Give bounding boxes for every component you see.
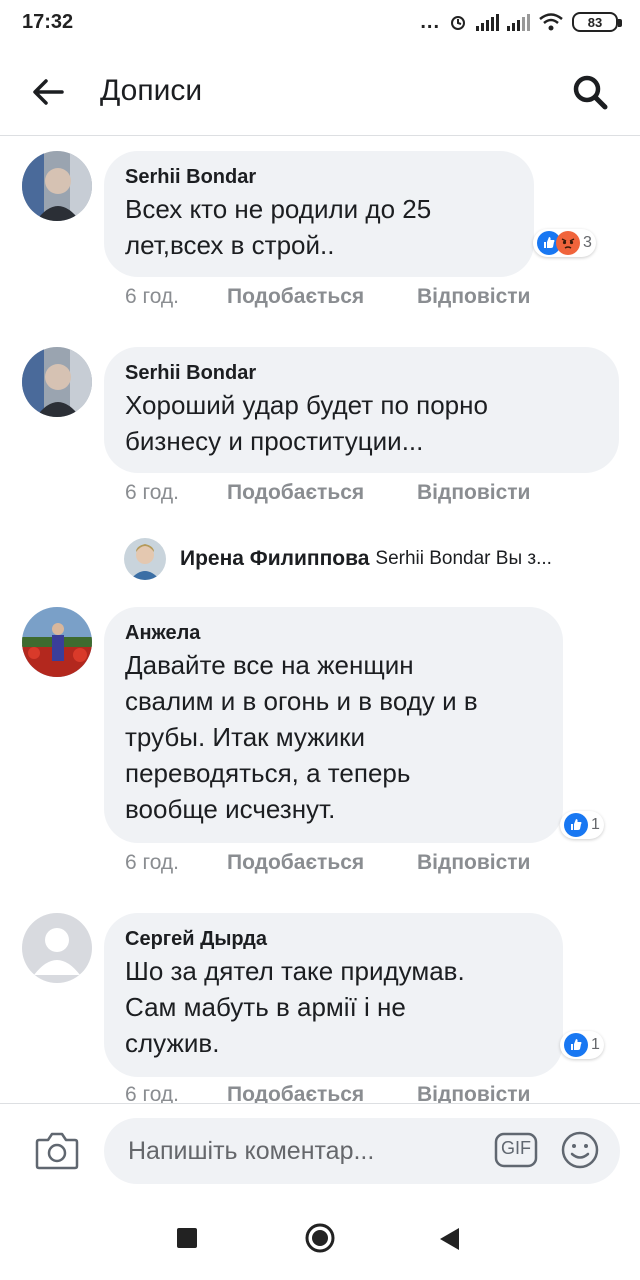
- alarm-icon: [451, 16, 465, 30]
- app-header: Дописи: [0, 44, 640, 136]
- comment-actions: 6 год. Подобається Відповісти: [125, 851, 530, 875]
- emoji-icon[interactable]: [560, 1130, 600, 1170]
- comment-actions: 6 год. Подобається Відповісти: [125, 285, 530, 309]
- comment-text: Давайте все на женщин свалим и в огонь и…: [125, 650, 478, 824]
- avatar[interactable]: [22, 347, 92, 417]
- recents-icon[interactable]: [177, 1228, 197, 1248]
- reactions-summary[interactable]: 1: [560, 811, 604, 839]
- back-triangle-icon[interactable]: [437, 1226, 461, 1252]
- home-icon[interactable]: [304, 1222, 336, 1254]
- reply-author[interactable]: Ирена Филиппова: [180, 547, 369, 571]
- signal-icon-2: [507, 13, 530, 31]
- comment-author[interactable]: Serhii Bondar: [125, 163, 512, 191]
- comment-author[interactable]: Сергей Дырда: [125, 925, 541, 953]
- like-reaction-icon: [564, 1033, 588, 1057]
- angry-reaction-icon: [556, 231, 580, 255]
- comment-author[interactable]: Serhii Bondar: [125, 359, 597, 387]
- reply-preview[interactable]: Ирена Филиппова Serhii Bondar Вы з...: [124, 537, 624, 581]
- reply-button[interactable]: Відповісти: [417, 481, 530, 505]
- comment-bubble[interactable]: Serhii Bondar Всех кто не родили до 25 л…: [104, 151, 534, 277]
- comment-bubble[interactable]: Serhii Bondar Хороший удар будет по порн…: [104, 347, 619, 473]
- status-bar: 17:32 ... 83: [0, 0, 640, 44]
- battery-icon: 83: [572, 12, 622, 32]
- avatar[interactable]: [22, 151, 92, 221]
- arrow-left-icon[interactable]: [30, 74, 66, 110]
- like-button[interactable]: Подобається: [227, 851, 417, 875]
- like-button[interactable]: Подобається: [227, 1083, 417, 1103]
- comment-time: 6 год.: [125, 481, 180, 504]
- avatar[interactable]: [22, 607, 92, 677]
- comment-bubble[interactable]: Анжела Давайте все на женщин свалим и в …: [104, 607, 563, 843]
- more-dots-icon: ...: [420, 10, 440, 33]
- comment-time: 6 год.: [125, 285, 180, 308]
- comment-actions: 6 год. Подобається Відповісти: [125, 481, 530, 505]
- system-nav-bar: [0, 1196, 640, 1280]
- like-reaction-icon: [564, 813, 588, 837]
- status-time: 17:32: [22, 10, 74, 33]
- reply-button[interactable]: Відповісти: [417, 1083, 530, 1103]
- like-button[interactable]: Подобається: [227, 285, 417, 309]
- comments-feed[interactable]: Serhii Bondar Всех кто не родили до 25 л…: [0, 137, 640, 1103]
- signal-icon: [476, 13, 499, 31]
- reply-button[interactable]: Відповісти: [417, 851, 530, 875]
- avatar: [124, 538, 166, 580]
- camera-icon[interactable]: [34, 1128, 80, 1172]
- wifi-icon: [539, 13, 563, 31]
- reaction-count: 1: [591, 1036, 600, 1053]
- reactions-summary[interactable]: 1: [560, 1031, 604, 1059]
- comment-author[interactable]: Анжела: [125, 619, 541, 647]
- reply-snippet: Serhii Bondar Вы з...: [375, 548, 552, 569]
- page-title: Дописи: [100, 74, 203, 107]
- comment-time: 6 год.: [125, 851, 180, 874]
- gif-label: GIF: [501, 1138, 531, 1158]
- gif-button[interactable]: GIF: [494, 1132, 538, 1168]
- comment-time: 6 год.: [125, 1083, 180, 1103]
- comment-text: Всех кто не родили до 25 лет,всех в стро…: [125, 194, 432, 260]
- reaction-count: 3: [583, 234, 592, 251]
- like-button[interactable]: Подобається: [227, 481, 417, 505]
- comment-input[interactable]: [104, 1118, 620, 1184]
- comment-text: Хороший удар будет по порно бизнесу и пр…: [125, 390, 488, 456]
- reaction-count: 1: [591, 816, 600, 833]
- status-icons: ... 83: [420, 10, 622, 34]
- comment-bubble[interactable]: Сергей Дырда Шо за дятел таке придумав. …: [104, 913, 563, 1077]
- comment-text: Шо за дятел таке придумав. Сам мабуть в …: [125, 956, 465, 1058]
- comment-actions: 6 год. Подобається Відповісти: [125, 1083, 530, 1103]
- reactions-summary[interactable]: 3: [533, 229, 596, 257]
- reply-button[interactable]: Відповісти: [417, 285, 530, 309]
- avatar[interactable]: [22, 913, 92, 983]
- comment-composer: GIF: [0, 1103, 640, 1195]
- search-icon[interactable]: [570, 72, 610, 112]
